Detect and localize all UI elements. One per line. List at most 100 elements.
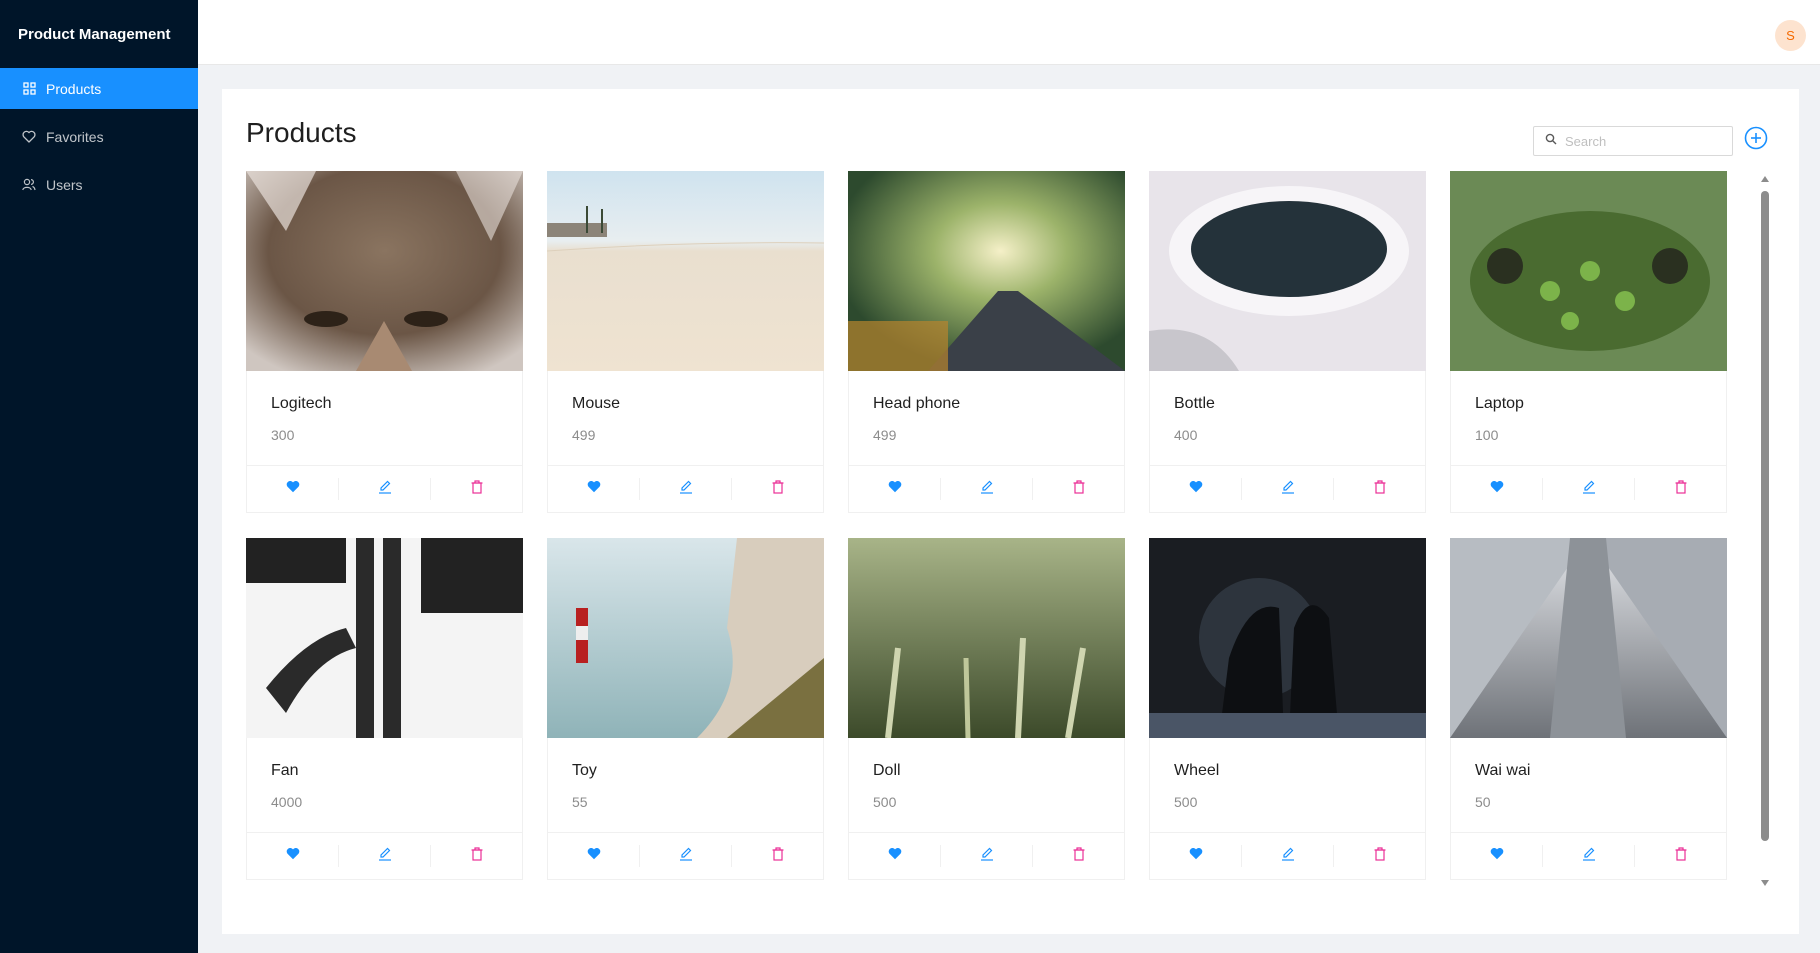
heart-icon	[1189, 480, 1203, 498]
product-image	[1149, 171, 1426, 371]
favorite-button[interactable]	[247, 845, 338, 867]
heart-icon	[587, 847, 601, 865]
product-card[interactable]: Bottle 400	[1149, 171, 1426, 513]
product-card[interactable]: Wheel 500	[1149, 538, 1426, 880]
product-name: Head phone	[873, 395, 961, 412]
search-box[interactable]	[1533, 126, 1733, 156]
delete-button[interactable]	[1333, 478, 1425, 500]
product-price: 499	[572, 427, 596, 443]
card-body: Laptop 100	[1451, 371, 1726, 466]
product-card[interactable]: Mouse 499	[547, 171, 824, 513]
product-card[interactable]: Doll 500	[848, 538, 1125, 880]
scroll-thumb[interactable]	[1761, 191, 1769, 841]
product-card[interactable]: Toy 55	[547, 538, 824, 880]
product-name: Bottle	[1174, 395, 1215, 412]
product-image	[1450, 171, 1727, 371]
content-panel: Products Logitech 300 Mouse 499 Head phone 49…	[222, 89, 1799, 934]
card-body: Head phone 499	[849, 371, 1124, 466]
edit-button[interactable]	[639, 478, 731, 500]
search-input[interactable]	[1563, 132, 1727, 150]
edit-button[interactable]	[338, 845, 430, 867]
sidebar-item-users[interactable]: Users	[0, 164, 198, 205]
product-image	[246, 171, 523, 371]
card-actions	[849, 832, 1124, 879]
edit-button[interactable]	[1542, 845, 1634, 867]
product-name: Toy	[572, 762, 597, 779]
avatar[interactable]: S	[1775, 20, 1806, 51]
delete-button[interactable]	[1634, 478, 1726, 500]
sidebar-item-products[interactable]: Products	[0, 68, 198, 109]
product-card[interactable]: Laptop 100	[1450, 171, 1727, 513]
delete-button[interactable]	[1032, 478, 1124, 500]
product-card[interactable]: Head phone 499	[848, 171, 1125, 513]
edit-icon	[1281, 480, 1295, 499]
product-card[interactable]: Fan 4000	[246, 538, 523, 880]
add-product-button[interactable]	[1743, 126, 1769, 153]
sidebar-item-label: Users	[46, 176, 83, 193]
favorite-button[interactable]	[1150, 478, 1241, 500]
product-price: 300	[271, 427, 295, 443]
edit-icon	[1281, 847, 1295, 866]
edit-icon	[679, 480, 693, 499]
edit-icon	[1582, 480, 1596, 499]
edit-icon	[378, 847, 392, 866]
product-price: 4000	[271, 794, 303, 810]
edit-button[interactable]	[1241, 478, 1333, 500]
delete-icon	[1374, 846, 1386, 866]
heart-icon	[286, 480, 300, 498]
edit-button[interactable]	[639, 845, 731, 867]
top-header: S	[198, 0, 1820, 65]
product-name: Mouse	[572, 395, 621, 412]
scroll-down-arrow[interactable]	[1761, 880, 1769, 886]
page-title: Products	[246, 117, 357, 148]
app-brand: Product Management	[18, 26, 171, 43]
users-icon	[22, 178, 36, 192]
delete-button[interactable]	[1634, 845, 1726, 867]
card-body: Mouse 499	[548, 371, 823, 466]
heart-icon	[286, 847, 300, 865]
edit-button[interactable]	[940, 845, 1032, 867]
card-actions	[1150, 465, 1425, 512]
favorite-button[interactable]	[1150, 845, 1241, 867]
avatar-letter: S	[1786, 28, 1795, 43]
delete-button[interactable]	[430, 845, 522, 867]
appstore-icon	[22, 82, 36, 96]
favorite-button[interactable]	[849, 478, 940, 500]
favorite-button[interactable]	[1451, 845, 1542, 867]
edit-button[interactable]	[338, 478, 430, 500]
edit-icon	[679, 847, 693, 866]
delete-icon	[1675, 846, 1687, 866]
scrollbar[interactable]	[1759, 176, 1771, 886]
edit-button[interactable]	[940, 478, 1032, 500]
favorite-button[interactable]	[247, 478, 338, 500]
edit-icon	[1582, 847, 1596, 866]
product-card[interactable]: Logitech 300	[246, 171, 523, 513]
edit-button[interactable]	[1241, 845, 1333, 867]
delete-button[interactable]	[430, 478, 522, 500]
favorite-button[interactable]	[548, 845, 639, 867]
product-card[interactable]: Wai wai 50	[1450, 538, 1727, 880]
delete-icon	[471, 479, 483, 499]
delete-button[interactable]	[731, 845, 823, 867]
delete-button[interactable]	[1032, 845, 1124, 867]
card-actions	[548, 832, 823, 879]
favorite-button[interactable]	[849, 845, 940, 867]
edit-button[interactable]	[1542, 478, 1634, 500]
scroll-up-arrow[interactable]	[1761, 176, 1769, 182]
search-icon	[1545, 132, 1557, 150]
product-name: Doll	[873, 762, 901, 779]
product-image	[1149, 538, 1426, 738]
delete-button[interactable]	[1333, 845, 1425, 867]
card-actions	[849, 465, 1124, 512]
product-name: Laptop	[1475, 395, 1524, 412]
card-body: Logitech 300	[247, 371, 522, 466]
delete-button[interactable]	[731, 478, 823, 500]
sidebar-item-favorites[interactable]: Favorites	[0, 116, 198, 157]
card-body: Doll 500	[849, 738, 1124, 833]
product-name: Wheel	[1174, 762, 1220, 779]
favorite-button[interactable]	[548, 478, 639, 500]
product-price: 499	[873, 427, 897, 443]
card-body: Bottle 400	[1150, 371, 1425, 466]
heart-icon	[1490, 847, 1504, 865]
favorite-button[interactable]	[1451, 478, 1542, 500]
